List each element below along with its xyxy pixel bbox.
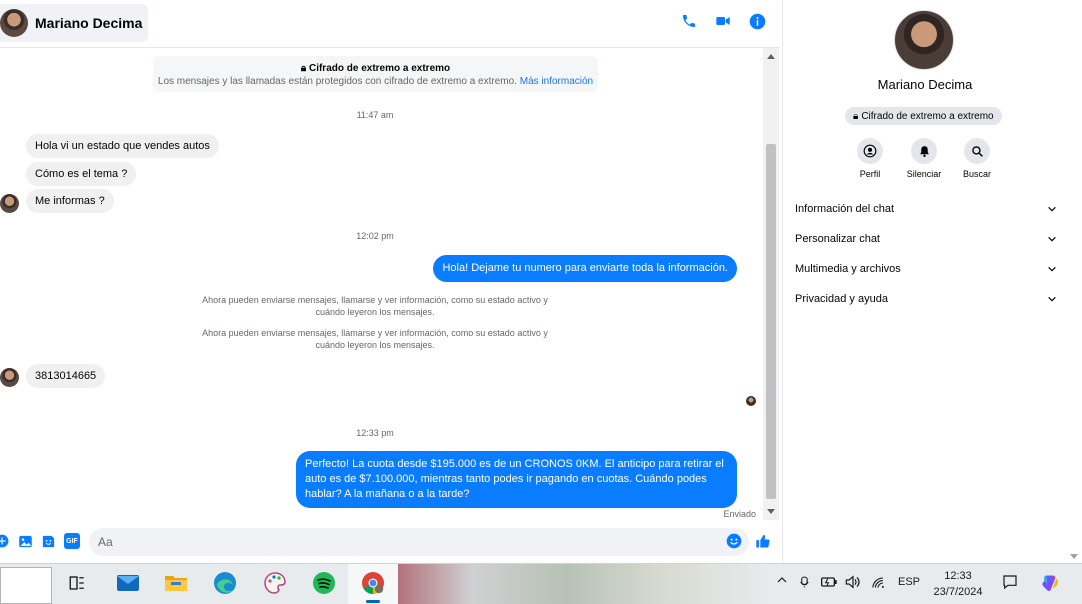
scroll-down-arrow[interactable]: [1070, 554, 1078, 559]
chat-info-pane: Mariano Decima 🔒︎ Cifrado de extremo a e…: [782, 0, 1066, 563]
like-icon[interactable]: [755, 533, 771, 549]
active-app-indicator: [366, 600, 380, 603]
chevron-down-icon: [1048, 296, 1056, 302]
chat-header: Mariano Decima: [0, 0, 780, 48]
gif-icon[interactable]: GIF: [64, 533, 80, 549]
sticker-icon[interactable]: [40, 533, 56, 549]
volume-icon[interactable]: [845, 575, 861, 592]
profile-name: Mariano Decima: [877, 77, 973, 92]
chevron-down-icon: [1048, 236, 1056, 242]
search-icon: [964, 138, 990, 164]
profile-icon: [857, 138, 883, 164]
profile-avatar[interactable]: [894, 10, 954, 70]
wallpaper-strip: [398, 564, 770, 604]
lock-icon: 🔒︎: [853, 110, 859, 122]
search-button[interactable]: Buscar: [947, 138, 1007, 179]
wifi-icon[interactable]: [871, 576, 886, 592]
meet-now-icon[interactable]: [799, 575, 812, 592]
seen-avatar: [746, 396, 756, 406]
contact-chip[interactable]: Mariano Decima: [0, 4, 149, 42]
spotify-icon[interactable]: [311, 570, 337, 596]
section-chat-info[interactable]: Información del chat: [795, 198, 1057, 220]
chevron-down-icon: [1048, 206, 1056, 212]
edge-icon[interactable]: [212, 570, 238, 596]
section-media-files[interactable]: Multimedia y archivos: [795, 258, 1057, 280]
incoming-message[interactable]: Hola vi un estado que vendes autos: [26, 134, 219, 158]
contact-name[interactable]: Mariano Decima: [35, 15, 142, 31]
mail-icon[interactable]: [115, 570, 141, 596]
windows-taskbar: ESP 12:33 23/7/2024: [0, 563, 1082, 604]
message-list[interactable]: 🔒︎ Cifrado de extremo a extremo Los mens…: [0, 48, 762, 520]
scroll-down-arrow[interactable]: [767, 509, 775, 514]
incoming-message[interactable]: Me informas ?: [26, 189, 114, 213]
header-actions: [680, 12, 766, 30]
system-clock[interactable]: 12:33 23/7/2024: [925, 568, 991, 600]
section-customize-chat[interactable]: Personalizar chat: [795, 228, 1057, 250]
encryption-banner-title: 🔒︎ Cifrado de extremo a extremo: [300, 63, 451, 74]
message-scrollbar[interactable]: [763, 48, 779, 520]
chevron-up-icon[interactable]: [776, 574, 788, 589]
timestamp: 12:02 pm: [356, 231, 394, 241]
notifications-icon[interactable]: [1002, 574, 1018, 593]
section-privacy-help[interactable]: Privacidad y ayuda: [795, 288, 1057, 310]
encryption-banner: 🔒︎ Cifrado de extremo a extremo Los mens…: [153, 56, 598, 92]
lock-icon: 🔒︎: [300, 63, 307, 74]
contact-avatar[interactable]: [0, 9, 28, 37]
file-explorer-icon[interactable]: [163, 570, 189, 596]
plus-icon[interactable]: [0, 533, 10, 549]
scroll-thumb[interactable]: [766, 144, 776, 499]
mute-button[interactable]: Silenciar: [894, 138, 954, 179]
task-view-icon[interactable]: [64, 570, 90, 596]
image-icon[interactable]: [17, 533, 33, 549]
bell-icon: [911, 138, 937, 164]
chevron-down-icon: [1048, 266, 1056, 272]
profile-button[interactable]: Perfil: [840, 138, 900, 179]
chrome-taskbar-button[interactable]: [348, 564, 398, 604]
system-note: Ahora pueden enviarse mensajes, llamarse…: [202, 328, 548, 350]
chat-pane: Mariano Decima 🔒︎ Cifrado de extremo a e…: [0, 0, 780, 563]
phone-icon[interactable]: [680, 12, 698, 30]
message-status: Enviado: [723, 509, 756, 519]
incoming-message[interactable]: 3813014665: [26, 364, 106, 388]
chrome-icon[interactable]: [360, 570, 386, 596]
outgoing-message[interactable]: Hola! Dejame tu numero para enviarte tod…: [433, 255, 737, 282]
info-icon[interactable]: [748, 12, 766, 30]
page-scrollbar[interactable]: [1066, 0, 1082, 563]
sender-avatar[interactable]: [0, 194, 19, 213]
sender-avatar[interactable]: [0, 368, 19, 387]
language-indicator[interactable]: ESP: [898, 576, 920, 588]
taskbar-search-box[interactable]: [0, 567, 52, 604]
video-call-icon[interactable]: [714, 12, 732, 30]
scroll-up-arrow[interactable]: [767, 54, 775, 59]
outgoing-message[interactable]: Perfecto! La cuota desde $195.000 es de …: [296, 451, 737, 508]
copilot-icon[interactable]: [1040, 573, 1060, 596]
paint-icon[interactable]: [262, 570, 288, 596]
encryption-banner-text: Los mensajes y las llamadas están proteg…: [157, 76, 594, 87]
system-note: Ahora pueden enviarse mensajes, llamarse…: [202, 295, 548, 317]
emoji-icon[interactable]: [726, 533, 742, 549]
encryption-badge[interactable]: 🔒︎ Cifrado de extremo a extremo: [845, 107, 1002, 125]
timestamp: 11:47 am: [356, 110, 394, 120]
composer: GIF: [0, 524, 780, 560]
timestamp: 12:33 pm: [356, 428, 394, 438]
incoming-message[interactable]: Cómo es el tema ?: [26, 162, 137, 186]
more-info-link[interactable]: Más información: [520, 76, 593, 87]
battery-icon[interactable]: [821, 576, 837, 591]
message-input[interactable]: [89, 528, 749, 556]
